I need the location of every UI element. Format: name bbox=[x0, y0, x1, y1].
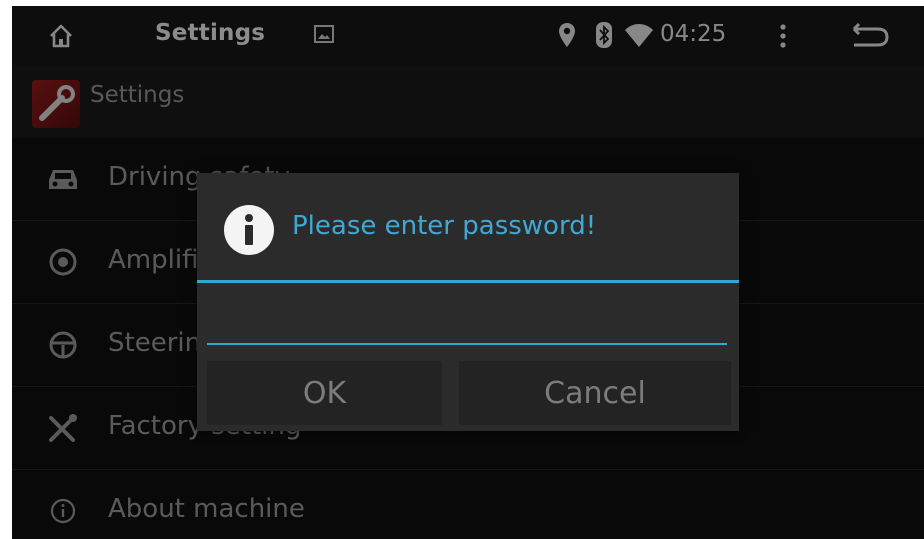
dialog-title: Please enter password! bbox=[292, 211, 597, 241]
info-icon bbox=[224, 205, 274, 255]
password-input[interactable] bbox=[207, 295, 727, 345]
ok-button[interactable]: OK bbox=[207, 361, 442, 425]
cancel-button[interactable]: Cancel bbox=[459, 361, 731, 425]
dialog-button-bar: OK Cancel bbox=[197, 355, 739, 431]
screen: Settings 04:25 Settings Driving Amplifie… bbox=[12, 6, 924, 539]
dialog-divider bbox=[197, 280, 739, 283]
password-dialog: Please enter password! OK Cancel bbox=[197, 173, 739, 431]
